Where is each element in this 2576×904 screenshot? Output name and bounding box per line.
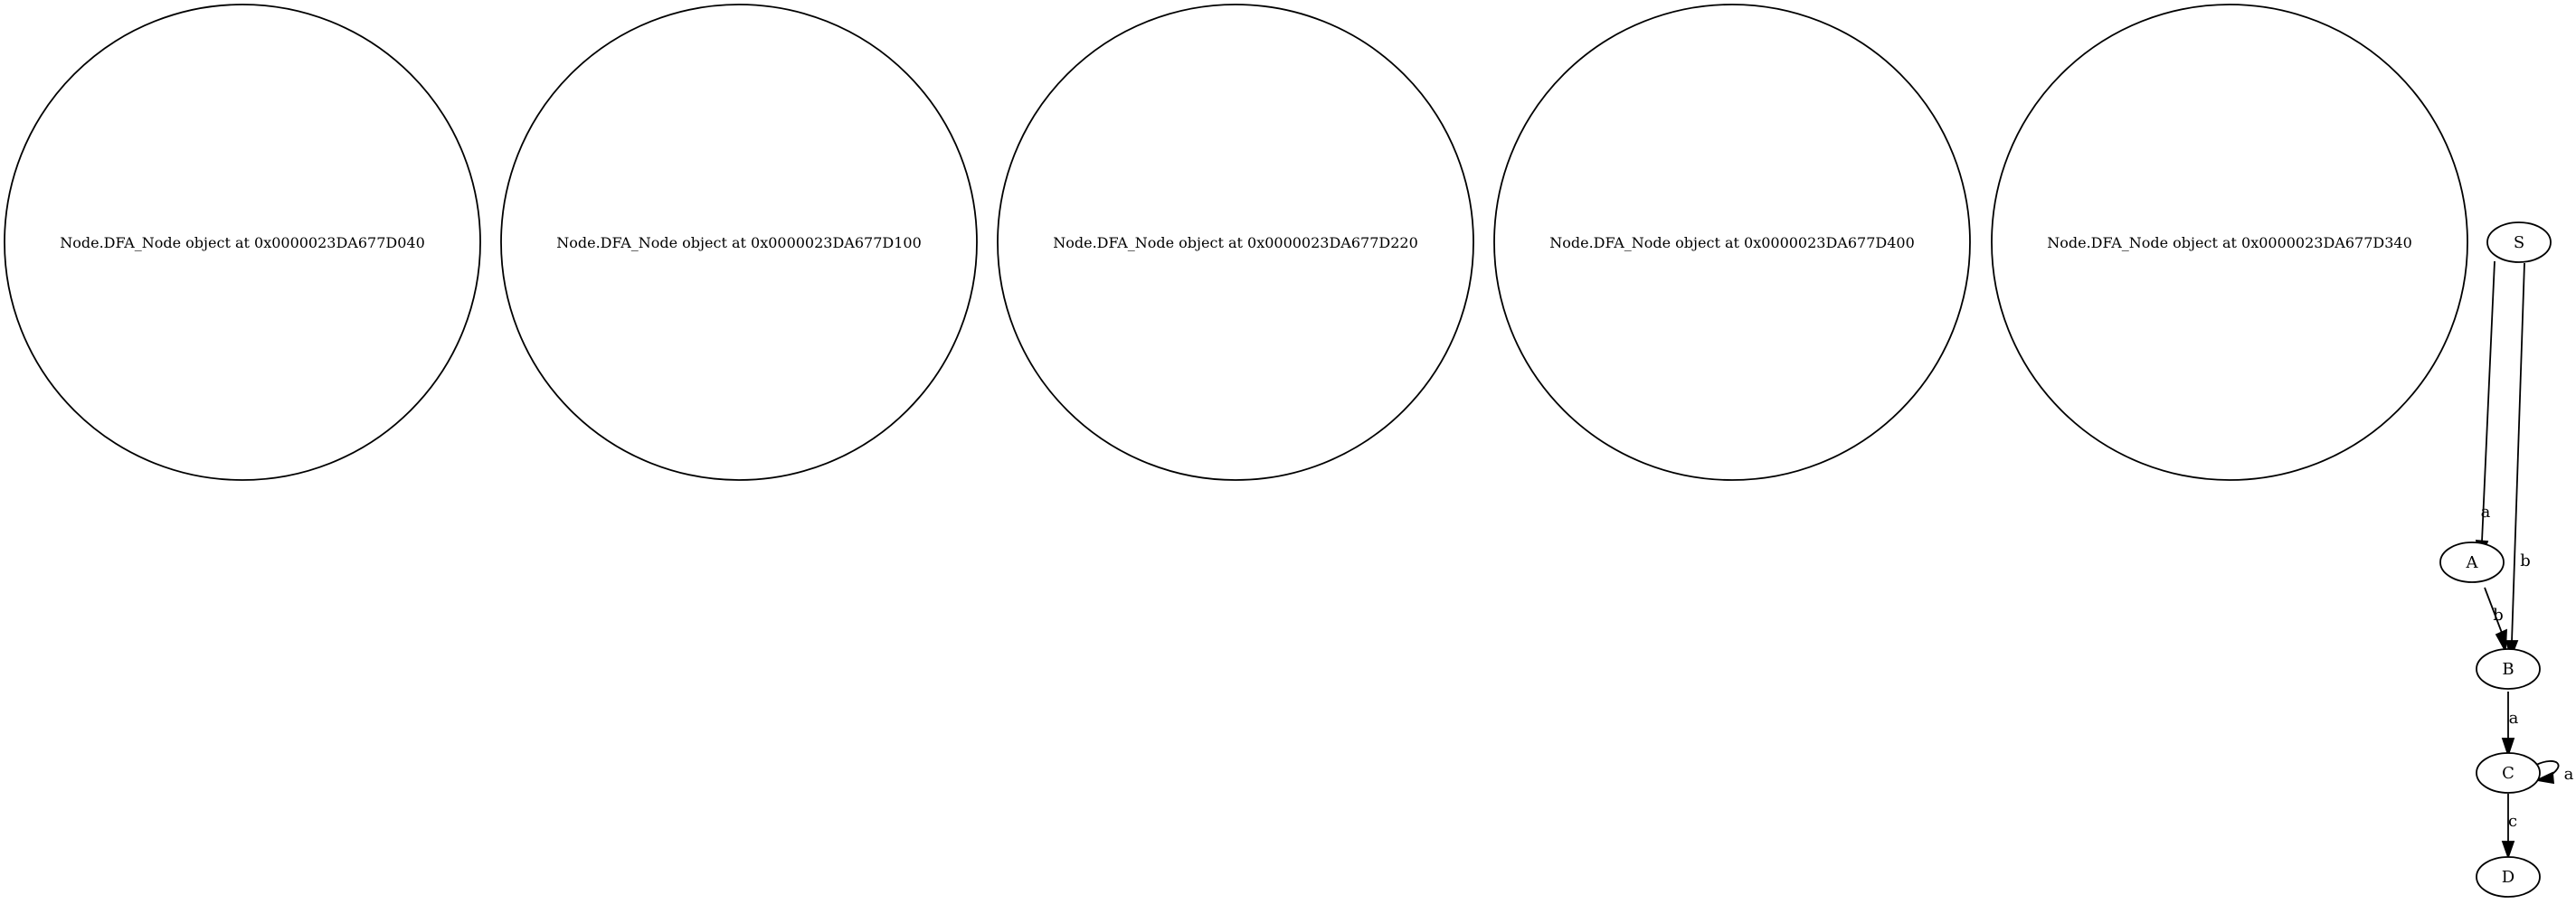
arrow-head: [2495, 628, 2507, 654]
state-node-d: D: [2476, 856, 2541, 898]
edge-label: c: [2508, 812, 2517, 831]
edge-c-to-d: c: [2501, 794, 2517, 860]
arrow-head: [2501, 841, 2515, 860]
object-node: Node.DFA_Node object at 0x0000023DA677D1…: [500, 4, 978, 481]
edge-a-to-b: b: [2484, 587, 2507, 654]
edge-b-to-c: a: [2501, 692, 2519, 758]
object-node-label: Node.DFA_Node object at 0x0000023DA677D4…: [1549, 234, 1915, 251]
state-label: D: [2502, 868, 2514, 887]
object-node-label: Node.DFA_Node object at 0x0000023DA677D0…: [60, 234, 425, 251]
edge-label: a: [2509, 709, 2519, 728]
edge-s-to-b: b: [2505, 262, 2531, 660]
state-node-a: A: [2439, 541, 2505, 583]
dfa-graph: Node.DFA_Node object at 0x0000023DA677D0…: [4, 4, 2574, 898]
edge-label: b: [2493, 606, 2504, 625]
state-label: C: [2502, 764, 2514, 783]
state-label: S: [2514, 233, 2524, 252]
edge-line: [2481, 260, 2496, 542]
state-node-b: B: [2476, 648, 2541, 690]
edge-label: a: [2564, 765, 2574, 784]
edge-s-to-a: a: [2475, 260, 2496, 562]
state-node-c: C: [2476, 752, 2541, 794]
object-node-label: Node.DFA_Node object at 0x0000023DA677D2…: [1053, 234, 1418, 251]
object-node: Node.DFA_Node object at 0x0000023DA677D4…: [1493, 4, 1971, 481]
object-node: Node.DFA_Node object at 0x0000023DA677D3…: [1991, 4, 2468, 481]
edge-label: b: [2520, 551, 2531, 570]
object-node: Node.DFA_Node object at 0x0000023DA677D2…: [997, 4, 1474, 481]
edge-c-loop: a: [2534, 760, 2574, 785]
state-label: B: [2502, 660, 2514, 679]
object-node: Node.DFA_Node object at 0x0000023DA677D0…: [4, 4, 481, 481]
object-node-label: Node.DFA_Node object at 0x0000023DA677D3…: [2047, 234, 2412, 251]
object-node-label: Node.DFA_Node object at 0x0000023DA677D1…: [556, 234, 922, 251]
state-node-s: S: [2486, 221, 2552, 263]
edge-line: [2511, 262, 2525, 643]
state-label: A: [2466, 553, 2479, 572]
edge-label: a: [2481, 503, 2491, 522]
